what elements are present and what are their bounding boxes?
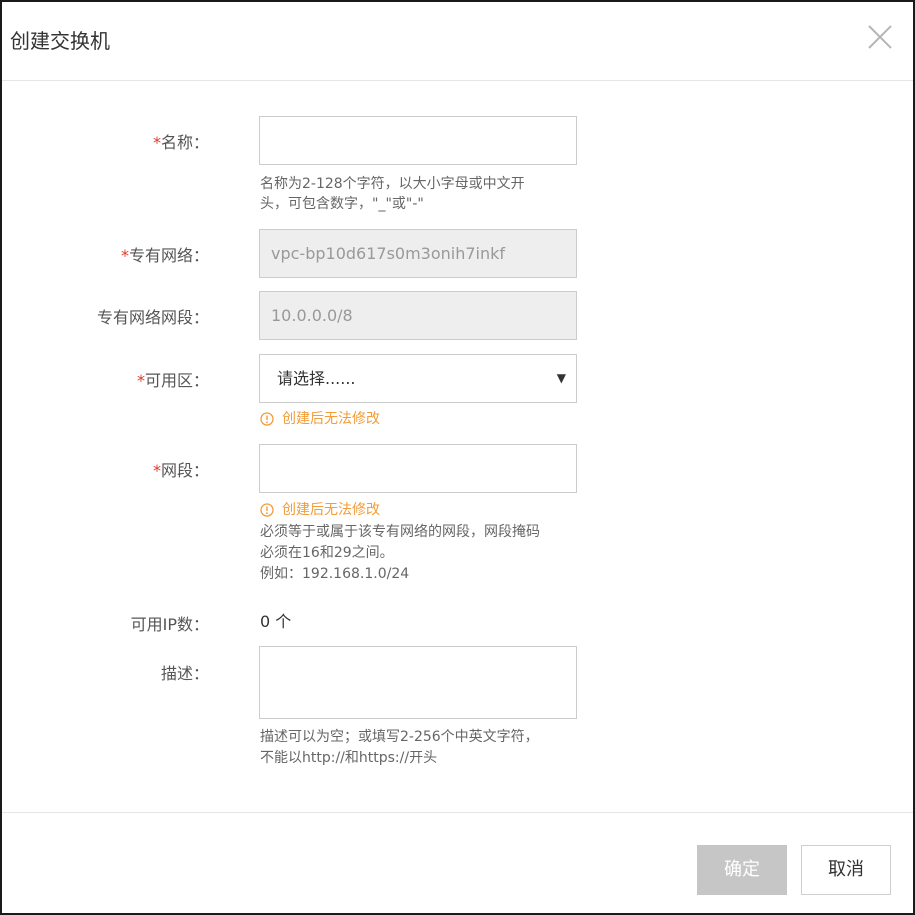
close-button[interactable] [865, 22, 895, 52]
vpc-cidr-label: 专有网络网段： [96, 308, 209, 327]
close-icon [868, 25, 892, 49]
vpc-value: vpc-bp10d617s0m3onih7inkf [271, 244, 506, 263]
caret-down-icon: ▼ [556, 371, 566, 385]
vpc-cidr-field: 10.0.0.0/8 [259, 291, 577, 340]
description-hint: 描述可以为空；或填写2-256个中英文字符， 不能以http://和https:… [260, 729, 539, 766]
zone-label: *可用区： [136, 371, 209, 390]
required-mark: * [120, 246, 129, 265]
required-mark: * [152, 461, 161, 480]
warning-circle-icon [260, 503, 274, 517]
cidr-input[interactable] [259, 444, 577, 493]
dialog-footer: 确定 取消 [2, 812, 913, 913]
name-input[interactable] [259, 116, 577, 165]
name-label: *名称： [152, 133, 209, 152]
cidr-label: *网段： [152, 461, 209, 480]
name-hint: 名称为2-128个字符，以大小字母或中文开 头，可包含数字，"_"或"-" [260, 176, 525, 212]
zone-warning: 创建后无法修改 [260, 409, 380, 429]
available-ip-label: 可用IP数： [130, 615, 209, 634]
dialog-header: 创建交换机 [2, 2, 913, 81]
vpc-cidr-value: 10.0.0.0/8 [271, 306, 353, 325]
available-ip-value: 0 个 [260, 612, 292, 631]
ok-button[interactable]: 确定 [697, 845, 787, 895]
required-mark: * [136, 371, 145, 390]
vpc-field: vpc-bp10d617s0m3onih7inkf [259, 229, 577, 278]
cancel-button[interactable]: 取消 [801, 845, 891, 895]
required-mark: * [152, 133, 161, 152]
description-textarea[interactable] [259, 646, 577, 719]
warning-circle-icon [260, 412, 274, 426]
cidr-hint: 必须等于或属于该专有网络的网段，网段掩码 必须在16和29之间。 例如：192.… [260, 524, 540, 582]
create-vswitch-dialog: 创建交换机 *名称： 名称为2-128个字符，以大小字母或中文开 头，可包含数字… [0, 0, 915, 915]
description-label: 描述： [160, 664, 209, 683]
dialog-title: 创建交换机 [10, 29, 110, 53]
zone-select[interactable]: 请选择...... ▼ [259, 354, 577, 403]
vpc-label: *专有网络： [120, 246, 209, 265]
zone-selected-value: 请选择...... [277, 369, 356, 388]
cidr-warning: 创建后无法修改 [260, 500, 380, 520]
